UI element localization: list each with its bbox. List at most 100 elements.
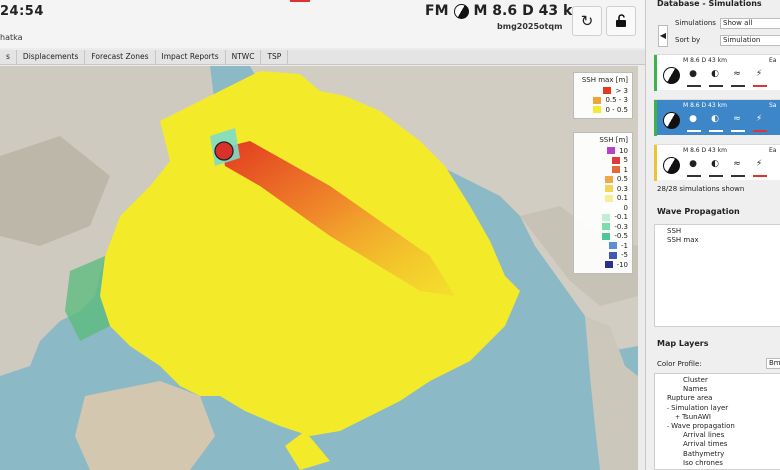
simulation-agency: Sa bbox=[769, 102, 777, 109]
unlock-icon bbox=[616, 14, 626, 27]
legend-swatch bbox=[607, 147, 616, 155]
legend-label: 0.5 bbox=[616, 175, 628, 184]
legend-swatch bbox=[593, 96, 602, 104]
status-bar bbox=[709, 85, 723, 87]
wave-layer-item[interactable]: SSH max bbox=[655, 236, 780, 245]
clock: 24:54 bbox=[0, 4, 44, 19]
legend-entry: 0.1 bbox=[578, 194, 628, 204]
wave-icon[interactable]: ≈ bbox=[732, 159, 742, 169]
color-profile-select[interactable]: Bm bbox=[766, 358, 780, 369]
refresh-icon: ↻ bbox=[580, 12, 594, 30]
right-panel: Database - Simulations ◀ Simulations Sho… bbox=[645, 0, 780, 470]
legend-swatch bbox=[593, 106, 602, 114]
layer-item[interactable]: Names bbox=[655, 385, 780, 394]
legend-entry: 0 - 0.5 bbox=[578, 105, 628, 115]
status-bar bbox=[687, 130, 701, 132]
map-canvas[interactable] bbox=[0, 66, 638, 470]
legend-swatch bbox=[604, 185, 613, 193]
legend-entry: -0.3 bbox=[578, 222, 628, 232]
mechanism-label: FM bbox=[425, 3, 449, 19]
status-bar bbox=[731, 175, 745, 177]
event-id: bmg2025otqm bbox=[497, 22, 563, 31]
beachball-icon bbox=[663, 112, 680, 129]
legend-swatch bbox=[602, 213, 611, 221]
layer-label: Cluster bbox=[683, 376, 708, 384]
wave-layer-item[interactable]: SSH bbox=[655, 227, 780, 236]
quake-icon[interactable]: ● bbox=[688, 114, 698, 124]
simulations-label: Simulations bbox=[675, 19, 716, 27]
legend-swatch bbox=[604, 194, 613, 202]
legend-label: -1 bbox=[621, 241, 628, 250]
status-bar bbox=[753, 175, 767, 177]
map-layers-tree: Cluster Names Rupture area - Simulation lay… bbox=[654, 373, 780, 470]
simulation-agency: Ea bbox=[769, 147, 777, 154]
event-summary: FM M 8.6 D 43 km bbox=[425, 3, 587, 19]
wave-icon[interactable]: ≈ bbox=[732, 69, 742, 79]
legend-label: 0.3 bbox=[616, 184, 628, 193]
legend-entry: -0.1 bbox=[578, 213, 628, 223]
fault-icon[interactable]: ⚡ bbox=[754, 69, 764, 79]
layer-item[interactable]: Arrival times bbox=[655, 440, 780, 449]
layer-item[interactable]: + TsunAWI bbox=[655, 413, 780, 422]
quake-icon[interactable]: ● bbox=[688, 69, 698, 79]
legend-entry: -0.5 bbox=[578, 232, 628, 242]
legend-entry: -5 bbox=[578, 251, 628, 261]
legend-entry: -10 bbox=[578, 260, 628, 270]
fault-icon[interactable]: ⚡ bbox=[754, 114, 764, 124]
expand-toggle-icon[interactable]: + bbox=[675, 414, 682, 421]
quake-icon[interactable]: ● bbox=[688, 159, 698, 169]
tab-0[interactable]: s bbox=[0, 50, 17, 65]
tab-1[interactable]: Displacements bbox=[17, 50, 86, 65]
refresh-button[interactable]: ↻ bbox=[572, 6, 602, 36]
legend-swatch bbox=[604, 175, 613, 183]
status-bar bbox=[709, 130, 723, 132]
layer-label: Bathymetry bbox=[683, 449, 725, 458]
tab-3[interactable]: Impact Reports bbox=[156, 50, 226, 65]
layer-item[interactable]: Cluster bbox=[655, 376, 780, 385]
epicenter-marker[interactable] bbox=[214, 141, 234, 161]
beachball-icon[interactable]: ◐ bbox=[710, 69, 720, 79]
simulation-card[interactable]: M 8.6 D 43 km Ea ● ◐ ≈ ⚡ bbox=[654, 144, 780, 181]
legend-entry: > 3 bbox=[578, 86, 628, 96]
legend-swatch bbox=[604, 261, 613, 269]
fault-icon[interactable]: ⚡ bbox=[754, 159, 764, 169]
magnitude: M 8.6 bbox=[473, 3, 518, 19]
prev-simulation-button[interactable]: ◀ bbox=[658, 25, 668, 47]
beachball-icon[interactable]: ◐ bbox=[710, 159, 720, 169]
lock-button[interactable] bbox=[606, 6, 636, 36]
layer-item[interactable]: - Simulation layer bbox=[655, 404, 780, 413]
status-bar bbox=[731, 85, 745, 87]
beachball-icon bbox=[663, 67, 680, 84]
tab-5[interactable]: TSP bbox=[261, 50, 289, 65]
layer-item[interactable]: Arrival lines bbox=[655, 431, 780, 440]
simulation-card[interactable]: M 8.6 D 43 km Ea ● ◐ ≈ ⚡ bbox=[654, 54, 780, 91]
wave-icon[interactable]: ≈ bbox=[732, 114, 742, 124]
layer-label: Simulation layer bbox=[671, 403, 729, 412]
sort-select[interactable]: Simulation bbox=[720, 35, 780, 46]
legend-label: 0 - 0.5 bbox=[605, 105, 628, 114]
beachball-icon[interactable]: ◐ bbox=[710, 114, 720, 124]
color-profile-label: Color Profile: bbox=[657, 360, 702, 368]
legend-entry: 1 bbox=[578, 165, 628, 175]
legend-swatch bbox=[603, 87, 612, 95]
status-bar bbox=[753, 130, 767, 132]
layer-item[interactable]: Rupture area bbox=[655, 394, 780, 403]
legend-label: 1 bbox=[623, 165, 628, 174]
map-view[interactable]: SSH max [m] > 3 0.5 - 30 - 0.5 SSH [m] 10… bbox=[0, 66, 638, 470]
status-bar bbox=[687, 175, 701, 177]
layer-item[interactable]: Iso chrones bbox=[655, 459, 780, 468]
layer-item[interactable]: - Wave propagation bbox=[655, 422, 780, 431]
layer-label: Names bbox=[683, 385, 708, 394]
simulations-select[interactable]: Show all bbox=[720, 18, 780, 29]
legend-swatch bbox=[611, 166, 620, 174]
simulation-status-stripe bbox=[654, 145, 657, 181]
layer-item[interactable]: Bathymetry bbox=[655, 450, 780, 459]
legend-swatch bbox=[609, 251, 618, 259]
legend-swatch bbox=[602, 223, 611, 231]
simulation-card[interactable]: M 8.6 D 43 km Sa ● ◐ ≈ ⚡ bbox=[654, 99, 780, 136]
tab-2[interactable]: Forecast Zones bbox=[85, 50, 156, 65]
layer-label: Arrival times bbox=[683, 440, 728, 449]
layer-label: Rupture area bbox=[667, 394, 713, 403]
simulation-header: M 8.6 D 43 km bbox=[683, 57, 727, 64]
tab-4[interactable]: NTWC bbox=[226, 50, 262, 65]
